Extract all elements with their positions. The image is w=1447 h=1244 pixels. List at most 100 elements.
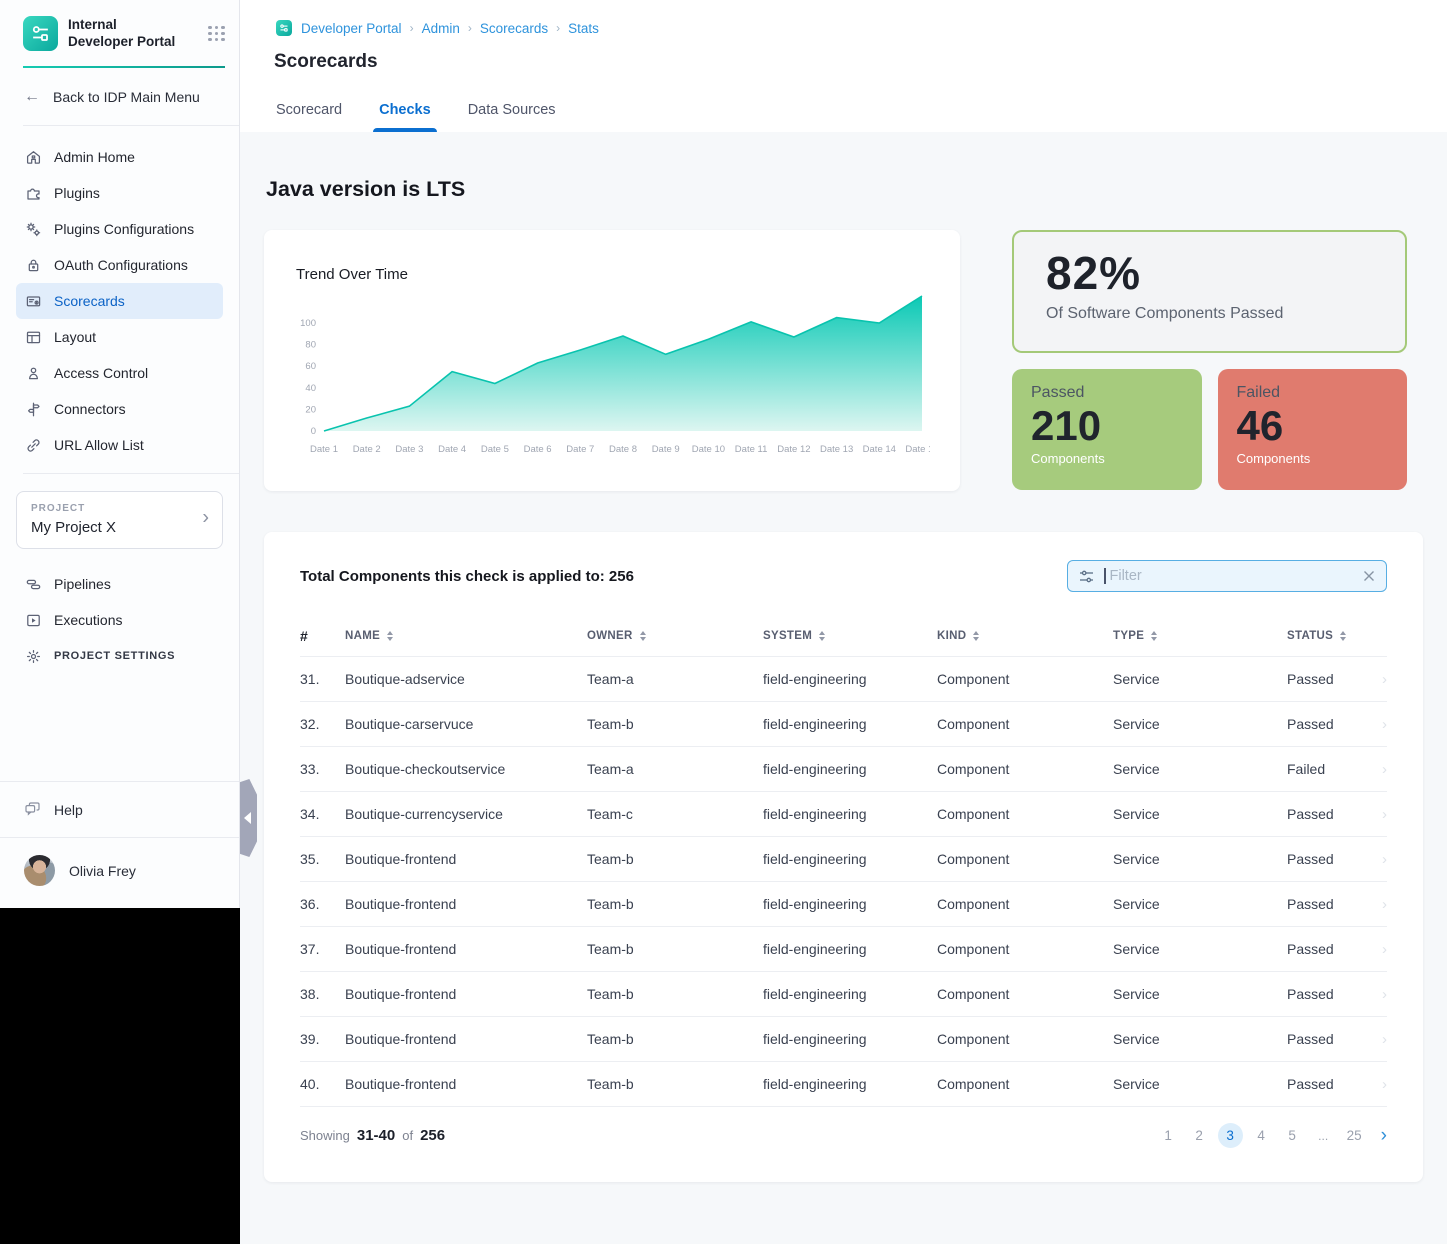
page-2[interactable]: 2 bbox=[1187, 1123, 1212, 1148]
table-row[interactable]: 35.Boutique-frontendTeam-bfield-engineer… bbox=[300, 836, 1387, 881]
page-title: Scorecards bbox=[274, 51, 1447, 73]
cell-type: Service bbox=[1113, 851, 1287, 867]
cell-index: 33. bbox=[300, 761, 345, 777]
close-icon[interactable] bbox=[1362, 569, 1376, 583]
cell-type: Service bbox=[1113, 761, 1287, 777]
svg-text:Date 3: Date 3 bbox=[395, 444, 423, 455]
showing-label: Showing bbox=[300, 1128, 350, 1143]
sidebar-item-access-control[interactable]: Access Control bbox=[16, 355, 223, 391]
svg-text:60: 60 bbox=[305, 361, 316, 372]
cell-kind: Component bbox=[937, 716, 1113, 732]
sidebar-item-admin-home[interactable]: Admin Home bbox=[16, 139, 223, 175]
page-5[interactable]: 5 bbox=[1280, 1123, 1305, 1148]
cell-type: Service bbox=[1113, 986, 1287, 1002]
column-header-hash[interactable]: # bbox=[300, 628, 345, 644]
table-row[interactable]: 32.Boutique-carservuceTeam-bfield-engine… bbox=[300, 701, 1387, 746]
table-row[interactable]: 37.Boutique-frontendTeam-bfield-engineer… bbox=[300, 926, 1387, 971]
breadcrumb-separator: › bbox=[468, 21, 472, 35]
sidebar-item-executions[interactable]: Executions bbox=[16, 602, 223, 638]
cell-owner: Team-a bbox=[587, 761, 763, 777]
next-page-button[interactable]: › bbox=[1381, 1126, 1387, 1145]
tab-scorecard[interactable]: Scorecard bbox=[276, 102, 342, 132]
breadcrumb-link-developer-portal[interactable]: Developer Portal bbox=[301, 21, 402, 36]
chart-title: Trend Over Time bbox=[296, 266, 930, 283]
showing-range: 31-40 bbox=[357, 1127, 395, 1144]
sidebar-item-label: Scorecards bbox=[54, 293, 125, 309]
project-nav: PipelinesExecutionsPROJECT SETTINGS bbox=[0, 553, 239, 684]
breadcrumb-link-admin[interactable]: Admin bbox=[422, 21, 460, 36]
sidebar-item-pipelines[interactable]: Pipelines bbox=[16, 566, 223, 602]
page-ellipsis: ... bbox=[1311, 1123, 1336, 1148]
project-selector[interactable]: PROJECT My Project X › bbox=[16, 491, 223, 549]
layout-icon bbox=[25, 329, 42, 346]
chevron-left-icon bbox=[244, 812, 251, 824]
back-to-main-menu-button[interactable]: ← Back to IDP Main Menu bbox=[0, 68, 239, 125]
sidebar-item-label: Admin Home bbox=[54, 149, 135, 165]
table-row[interactable]: 38.Boutique-frontendTeam-bfield-engineer… bbox=[300, 971, 1387, 1016]
sidebar-item-scorecards[interactable]: Scorecards bbox=[16, 283, 223, 319]
column-header-system[interactable]: SYSTEM bbox=[763, 630, 937, 642]
cell-system: field-engineering bbox=[763, 761, 937, 777]
help-button[interactable]: Help bbox=[0, 782, 239, 837]
failed-label: Failed bbox=[1237, 384, 1389, 402]
page-1[interactable]: 1 bbox=[1156, 1123, 1181, 1148]
cell-type: Service bbox=[1113, 716, 1287, 732]
cell-name: Boutique-currencyservice bbox=[345, 806, 587, 822]
idp-logo-icon bbox=[23, 16, 58, 51]
column-header-kind[interactable]: KIND bbox=[937, 630, 1113, 642]
table-row[interactable]: 33.Boutique-checkoutserviceTeam-afield-e… bbox=[300, 746, 1387, 791]
table-row[interactable]: 36.Boutique-frontendTeam-bfield-engineer… bbox=[300, 881, 1387, 926]
table-footer: Showing 31-40 of 256 12345...25› bbox=[300, 1123, 1387, 1148]
tab-checks[interactable]: Checks bbox=[379, 102, 431, 132]
cell-name: Boutique-adservice bbox=[345, 671, 587, 687]
sidebar-item-plugins-configurations[interactable]: Plugins Configurations bbox=[16, 211, 223, 247]
sidebar-item-label: URL Allow List bbox=[54, 437, 144, 453]
column-header-type[interactable]: TYPE bbox=[1113, 630, 1287, 642]
page-header: Developer Portal›Admin›Scorecards›Stats … bbox=[240, 0, 1447, 132]
svg-text:Date 11: Date 11 bbox=[735, 444, 768, 455]
text-cursor bbox=[1104, 568, 1106, 584]
breadcrumb-link-stats[interactable]: Stats bbox=[568, 21, 599, 36]
sidebar-item-connectors[interactable]: Connectors bbox=[16, 391, 223, 427]
sidebar-item-label: Plugins bbox=[54, 185, 100, 201]
divider bbox=[23, 473, 239, 474]
sidebar-item-oauth-configurations[interactable]: OAuth Configurations bbox=[16, 247, 223, 283]
of-label: of bbox=[402, 1128, 413, 1143]
page-25[interactable]: 25 bbox=[1342, 1123, 1367, 1148]
sidebar-item-label: OAuth Configurations bbox=[54, 257, 188, 273]
failed-value: 46 bbox=[1237, 402, 1389, 450]
column-header-owner[interactable]: OWNER bbox=[587, 630, 763, 642]
sidebar-item-plugins[interactable]: Plugins bbox=[16, 175, 223, 211]
table-title: Total Components this check is applied t… bbox=[300, 568, 634, 585]
table-row[interactable]: 34.Boutique-currencyserviceTeam-cfield-e… bbox=[300, 791, 1387, 836]
cell-system: field-engineering bbox=[763, 1031, 937, 1047]
sidebar-collapse-handle[interactable] bbox=[240, 779, 257, 857]
cell-index: 38. bbox=[300, 986, 345, 1002]
table-row[interactable]: 39.Boutique-frontendTeam-bfield-engineer… bbox=[300, 1016, 1387, 1061]
connectors-icon bbox=[25, 401, 42, 418]
sidebar-item-layout[interactable]: Layout bbox=[16, 319, 223, 355]
cell-kind: Component bbox=[937, 1076, 1113, 1092]
cell-name: Boutique-frontend bbox=[345, 1031, 587, 1047]
avatar bbox=[24, 855, 55, 886]
filter-box[interactable] bbox=[1067, 560, 1387, 592]
page-3[interactable]: 3 bbox=[1218, 1123, 1243, 1148]
chevron-right-icon: › bbox=[1373, 941, 1387, 958]
sidebar-item-url-allow-list[interactable]: URL Allow List bbox=[16, 427, 223, 463]
chevron-right-icon: › bbox=[1373, 896, 1387, 913]
sidebar-item-project-settings[interactable]: PROJECT SETTINGS bbox=[16, 638, 223, 674]
column-header-name[interactable]: NAME bbox=[345, 630, 587, 642]
apps-grid-icon[interactable] bbox=[208, 26, 225, 42]
cell-system: field-engineering bbox=[763, 896, 937, 912]
person-icon bbox=[25, 365, 42, 382]
table-row[interactable]: 40.Boutique-frontendTeam-bfield-engineer… bbox=[300, 1061, 1387, 1107]
cell-type: Service bbox=[1113, 1031, 1287, 1047]
page-4[interactable]: 4 bbox=[1249, 1123, 1274, 1148]
column-header-status[interactable]: STATUS bbox=[1287, 630, 1373, 642]
chevron-right-icon: › bbox=[1373, 716, 1387, 733]
breadcrumb-link-scorecards[interactable]: Scorecards bbox=[480, 21, 548, 36]
table-row[interactable]: 31.Boutique-adserviceTeam-afield-enginee… bbox=[300, 656, 1387, 701]
filter-input[interactable] bbox=[1110, 568, 1354, 584]
user-menu[interactable]: Olivia Frey bbox=[0, 838, 239, 908]
tab-data-sources[interactable]: Data Sources bbox=[468, 102, 556, 132]
